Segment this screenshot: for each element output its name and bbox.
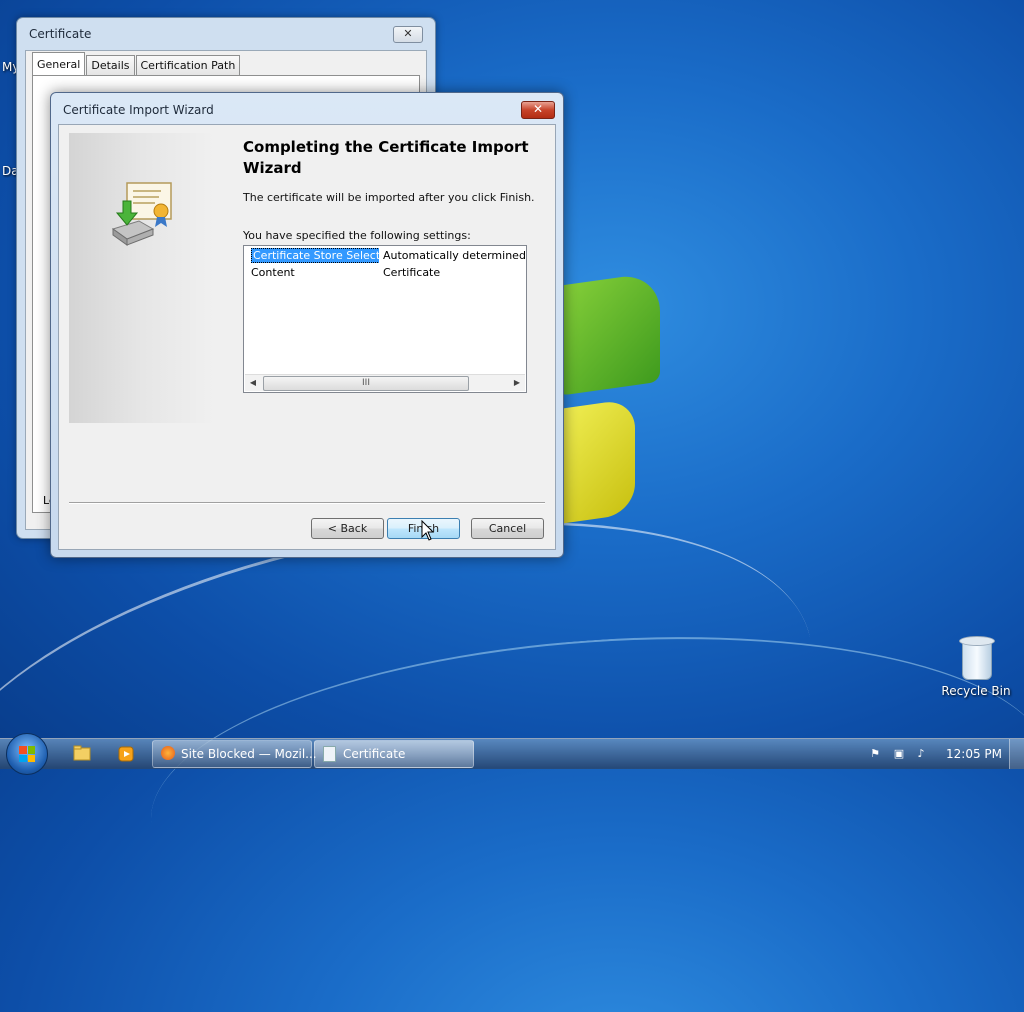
action-center-flag-icon[interactable]: ⚑ bbox=[868, 747, 882, 761]
recycle-bin-shortcut[interactable]: Recycle Bin bbox=[940, 636, 1012, 698]
wizard-info-text: The certificate will be imported after y… bbox=[243, 191, 535, 204]
close-button[interactable]: ✕ bbox=[521, 101, 555, 119]
taskbar-item-firefox[interactable]: Site Blocked — Mozil... bbox=[152, 740, 317, 768]
media-player-icon[interactable] bbox=[110, 742, 142, 766]
mouse-pointer-icon bbox=[421, 520, 435, 541]
tab-details[interactable]: Details bbox=[86, 55, 135, 75]
scrollbar-thumb[interactable]: III bbox=[263, 376, 469, 391]
wizard-side-panel bbox=[69, 133, 215, 423]
scroll-right-icon[interactable]: ▶ bbox=[509, 375, 525, 391]
window-title: Certificate bbox=[29, 27, 92, 41]
show-desktop-button[interactable] bbox=[1009, 739, 1024, 769]
settings-list[interactable]: Certificate Store Selected Automatically… bbox=[243, 245, 527, 393]
taskbar-item-label: Site Blocked — Mozil... bbox=[181, 747, 317, 761]
tab-certification-path[interactable]: Certification Path bbox=[135, 55, 241, 75]
start-button[interactable] bbox=[6, 733, 48, 775]
setting-value: Certificate bbox=[383, 266, 441, 279]
settings-label: You have specified the following setting… bbox=[243, 229, 471, 242]
scroll-left-icon[interactable]: ◀ bbox=[245, 375, 261, 391]
list-row[interactable]: Certificate Store Selected Automatically… bbox=[249, 248, 526, 263]
certificate-import-icon bbox=[111, 182, 172, 246]
setting-value: Automatically determined by t bbox=[383, 249, 526, 262]
list-row[interactable]: Content Certificate bbox=[249, 265, 526, 280]
back-button[interactable]: < Back bbox=[311, 518, 384, 539]
cancel-button[interactable]: Cancel bbox=[471, 518, 544, 539]
dialog-body: Completing the Certificate Import Wizard… bbox=[58, 124, 556, 550]
divider bbox=[69, 502, 545, 504]
taskbar-item-certificate[interactable]: Certificate bbox=[314, 740, 474, 768]
taskbar: Site Blocked — Mozil... Certificate ⚑ ▣ … bbox=[0, 733, 1024, 775]
clock[interactable]: 12:05 PM bbox=[946, 739, 1002, 769]
explorer-icon[interactable] bbox=[66, 742, 98, 766]
recycle-bin-label: Recycle Bin bbox=[941, 684, 1011, 698]
firefox-icon bbox=[161, 746, 175, 760]
recycle-bin-icon bbox=[959, 636, 995, 680]
setting-name: Certificate Store Selected bbox=[251, 248, 379, 263]
setting-name: Content bbox=[251, 266, 295, 279]
horizontal-scrollbar[interactable]: ◀ III ▶ bbox=[245, 374, 525, 391]
import-wizard-dialog: Certificate Import Wizard ✕ Completing t… bbox=[50, 92, 564, 558]
windows-logo-icon bbox=[19, 746, 35, 762]
network-icon[interactable]: ▣ bbox=[892, 747, 906, 761]
wizard-heading: Completing the Certificate Import Wizard bbox=[243, 138, 529, 177]
taskbar-item-label: Certificate bbox=[343, 747, 406, 761]
document-icon bbox=[323, 746, 336, 762]
dialog-title: Certificate Import Wizard bbox=[63, 103, 214, 117]
close-button[interactable]: ✕ bbox=[393, 26, 423, 43]
volume-icon[interactable]: ♪ bbox=[914, 747, 928, 761]
